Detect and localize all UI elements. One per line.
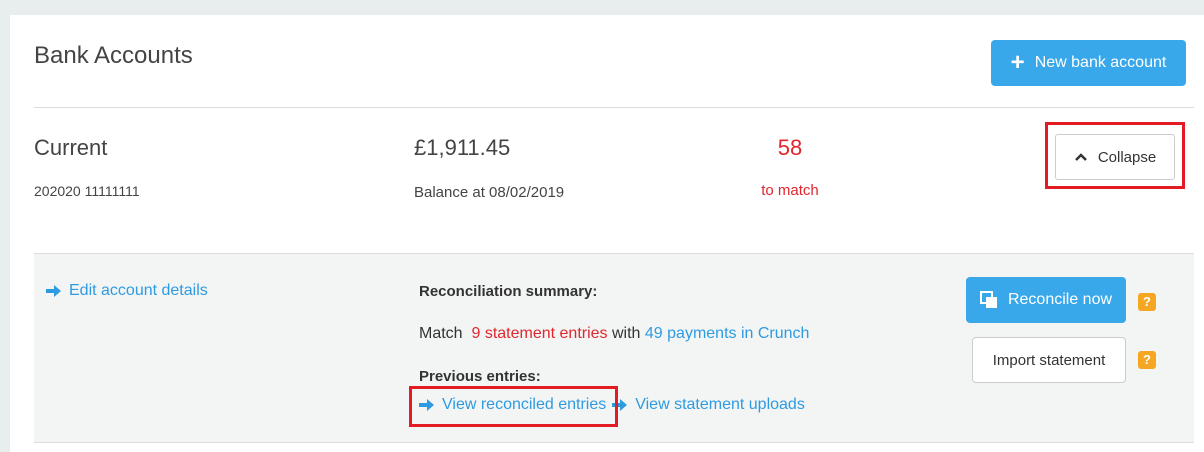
reconciliation-match-line: Match 9 statement entries with 49 paymen…	[419, 325, 809, 343]
reconcile-help-icon[interactable]: ?	[1138, 293, 1156, 311]
plus-icon: +	[1010, 49, 1025, 76]
new-bank-account-button[interactable]: + New bank account	[991, 40, 1186, 86]
import-help-icon[interactable]: ?	[1138, 351, 1156, 369]
reconcile-now-button[interactable]: Reconcile now	[966, 277, 1126, 323]
account-name: Current	[34, 135, 108, 160]
view-reconciled-highlight-box	[409, 386, 618, 427]
match-label: to match	[761, 182, 819, 199]
account-balance: £1,911.45	[414, 135, 511, 160]
reconciliation-summary-title: Reconciliation summary:	[419, 283, 598, 300]
header-divider	[34, 107, 1194, 108]
match-with: with	[612, 325, 641, 342]
edit-account-details-label: Edit account details	[69, 282, 208, 299]
reconcile-icon	[979, 291, 997, 308]
account-number: 202020 11111111	[34, 183, 140, 199]
bank-accounts-card: Bank Accounts + New bank account Current…	[10, 15, 1204, 452]
page-title: Bank Accounts	[34, 42, 193, 69]
reconcile-now-label: Reconcile now	[1007, 291, 1113, 308]
payments-in-crunch-link[interactable]: 49 payments in Crunch	[645, 325, 810, 342]
view-statement-uploads-link[interactable]: View statement uploads	[612, 396, 805, 414]
collapse-highlight-box	[1045, 122, 1185, 189]
view-statement-uploads-label: View statement uploads	[635, 396, 805, 413]
import-statement-button[interactable]: Import statement	[972, 337, 1126, 383]
edit-account-details-link[interactable]: Edit account details	[46, 282, 208, 300]
import-statement-label: Import statement	[992, 351, 1106, 369]
balance-date-label: Balance at 08/02/2019	[414, 184, 565, 201]
match-count: 58	[777, 135, 803, 160]
match-prefix: Match	[419, 325, 463, 342]
statement-entries-count: 9 statement entries	[471, 325, 608, 342]
arrow-right-icon	[46, 285, 61, 297]
previous-entries-title: Previous entries:	[419, 368, 541, 385]
new-bank-account-label: New bank account	[1034, 54, 1167, 71]
